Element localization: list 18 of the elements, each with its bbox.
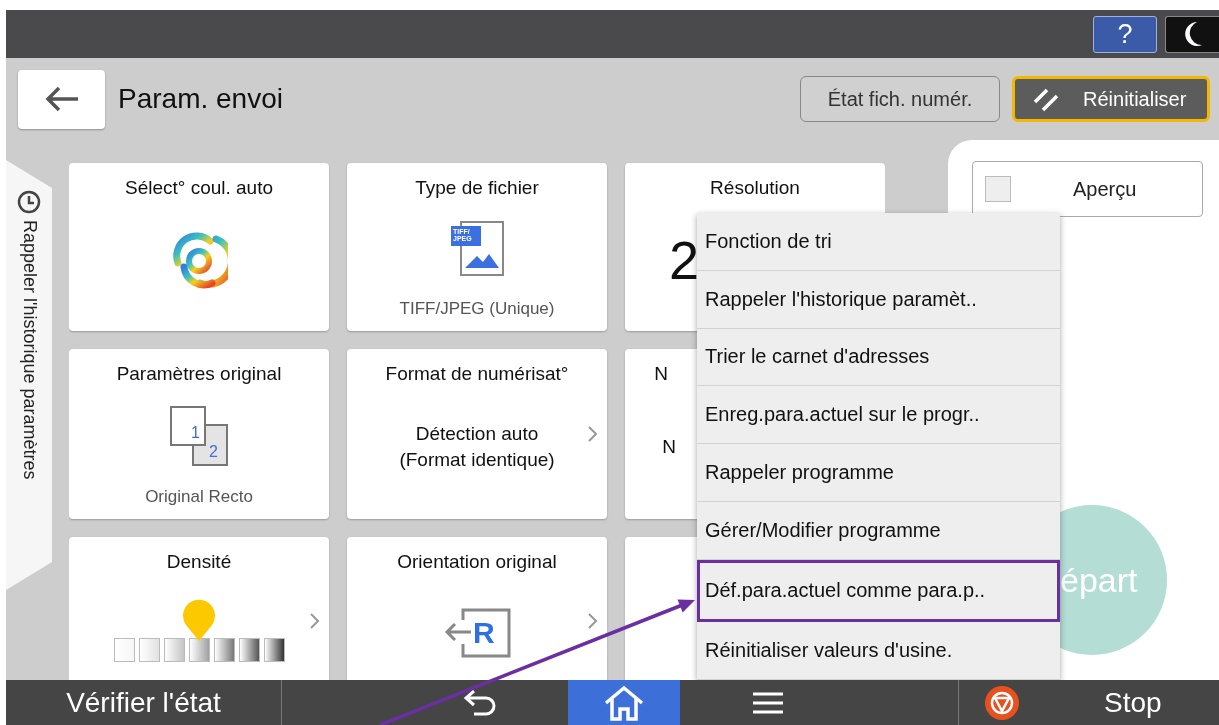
card-title: Densité xyxy=(166,551,232,573)
card-title: Type de fichier xyxy=(415,177,539,199)
card-title: Format de numérisat° xyxy=(385,363,569,385)
card-value: TIFF/JPEG (Unique) xyxy=(399,298,555,321)
card-title: N xyxy=(653,363,669,385)
card-value: N xyxy=(662,435,676,460)
page-number: 1 xyxy=(191,423,200,442)
card-title: Orientation original xyxy=(397,551,557,573)
page-title: Param. envoi xyxy=(118,83,283,115)
page-number: 2 xyxy=(209,442,218,461)
card-value: 2 xyxy=(668,233,699,287)
card-title: Sélect° coul. auto xyxy=(124,177,274,199)
card-title: Résolution xyxy=(710,177,800,199)
card-value: (Format identique) xyxy=(399,448,555,472)
card-value: Original Recto xyxy=(145,486,253,509)
icon-label: R xyxy=(473,618,495,648)
card-title: Paramètres original xyxy=(116,363,282,385)
card-value: Détection auto xyxy=(415,422,539,447)
